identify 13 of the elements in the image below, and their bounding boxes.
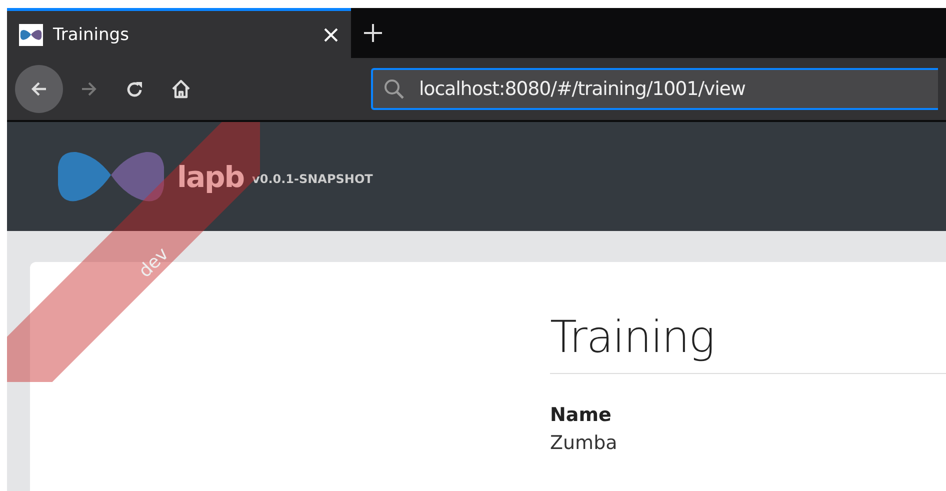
reload-icon	[125, 79, 145, 99]
home-icon	[170, 78, 192, 100]
field-label: Name	[550, 404, 612, 426]
close-icon[interactable]	[323, 26, 339, 42]
back-button[interactable]	[15, 65, 63, 113]
address-bar[interactable]: localhost:8080/#/training/1001/view	[371, 68, 938, 110]
page-heading: Training	[550, 312, 946, 374]
new-tab-icon[interactable]	[363, 23, 383, 43]
brand-name[interactable]: lapb	[177, 160, 244, 194]
field-value: Zumba	[550, 432, 618, 454]
search-icon	[383, 78, 405, 100]
favicon-icon	[19, 24, 43, 46]
browser-tab[interactable]: Trainings	[7, 8, 351, 58]
